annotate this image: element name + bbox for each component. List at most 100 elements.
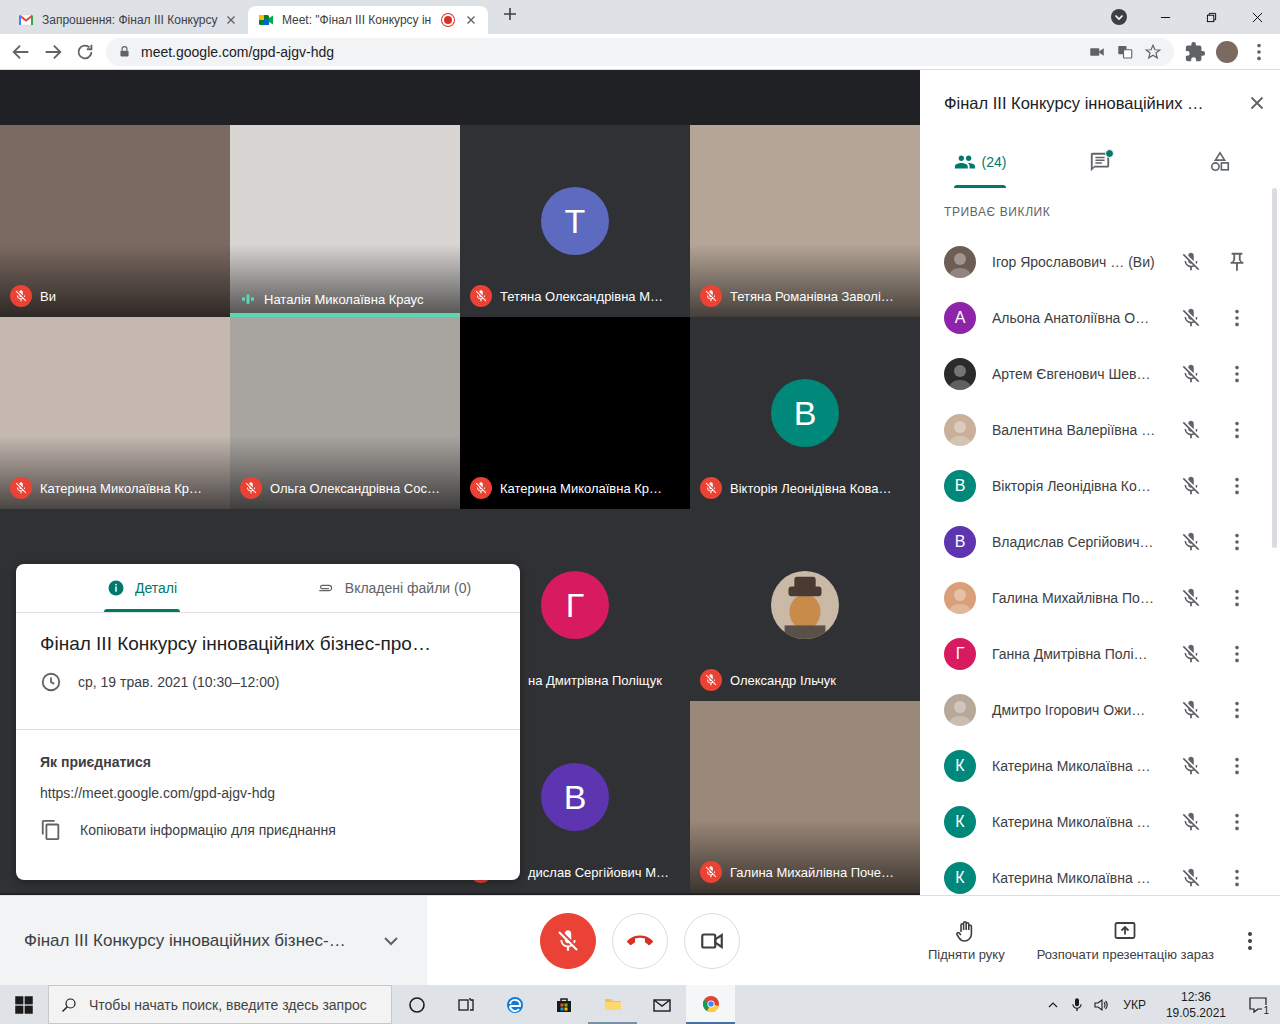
participant-row[interactable]: ККатерина Миколаївна … — [920, 738, 1280, 794]
participant-tile[interactable]: Галина Михайлівна Поче… — [690, 701, 920, 893]
participant-row[interactable]: ККатерина Миколаївна … — [920, 794, 1280, 850]
microphone-icon[interactable] — [1069, 997, 1085, 1013]
more-icon[interactable] — [1226, 307, 1248, 329]
taskbar-search[interactable]: Чтобы начать поиск, введите здесь запрос — [48, 985, 392, 1024]
back-icon[interactable] — [10, 41, 32, 63]
more-icon[interactable] — [1226, 587, 1248, 609]
minimize-button[interactable] — [1142, 0, 1188, 34]
participant-tile[interactable]: Тетяна Романівна Заволі… — [690, 125, 920, 317]
scrollbar[interactable] — [1272, 188, 1277, 548]
forward-icon[interactable] — [42, 41, 64, 63]
edge-app[interactable] — [490, 985, 539, 1024]
participant-name: Галина Михайлівна По… — [992, 590, 1156, 606]
close-icon[interactable] — [464, 13, 478, 27]
mic-off-icon — [14, 481, 28, 495]
address-bar[interactable]: meet.google.com/gpd-ajgv-hdg — [106, 38, 1174, 66]
more-icon[interactable] — [1226, 419, 1248, 441]
participant-name: Вікторія Леонідівна Ко… — [992, 478, 1156, 494]
translate-icon[interactable] — [1116, 43, 1134, 61]
pin-icon[interactable] — [1226, 251, 1248, 273]
close-icon[interactable] — [224, 13, 238, 27]
participant-row[interactable]: ВВікторія Леонідівна Ко… — [920, 458, 1280, 514]
participant-row[interactable]: Галина Михайлівна По… — [920, 570, 1280, 626]
new-tab-icon[interactable] — [502, 6, 518, 22]
details-tab[interactable]: Вкладені файли (0) — [268, 564, 520, 612]
leave-call-button[interactable] — [612, 913, 668, 969]
participant-row[interactable]: Артем Євгенович Шев… — [920, 346, 1280, 402]
extensions-icon[interactable] — [1184, 41, 1206, 63]
avatar — [944, 414, 976, 446]
participant-tile[interactable]: Наталія Миколаївна Краус — [230, 125, 460, 317]
more-icon[interactable] — [1226, 867, 1248, 889]
explorer-app[interactable] — [588, 985, 637, 1024]
participant-row[interactable]: Дмитро Ігорович Ожи… — [920, 682, 1280, 738]
mic-off-icon — [244, 481, 258, 495]
clock[interactable]: 12:3619.05.2021 — [1160, 989, 1232, 1021]
profile-avatar[interactable] — [1216, 41, 1238, 63]
tile-label: Ви — [10, 285, 224, 307]
more-icon[interactable] — [1226, 363, 1248, 385]
task-view-button[interactable] — [441, 985, 490, 1024]
participant-tile[interactable]: Олександр Ільчук — [690, 509, 920, 701]
language-indicator[interactable]: УКР — [1117, 998, 1152, 1012]
participant-row[interactable]: Валентина Валеріївна … — [920, 402, 1280, 458]
participant-row[interactable]: ГГанна Дмитрівна Полі… — [920, 626, 1280, 682]
panel-tab[interactable] — [1040, 136, 1160, 188]
microphone-button[interactable] — [540, 913, 596, 969]
chrome-app[interactable] — [686, 985, 735, 1024]
store-app[interactable] — [539, 985, 588, 1024]
join-link[interactable]: https://meet.google.com/gpd-ajgv-hdg — [40, 785, 496, 801]
notifications-button[interactable]: 1 — [1240, 985, 1276, 1024]
participant-tile[interactable]: Ви — [0, 125, 230, 317]
participant-row[interactable]: ККатерина Миколаївна … — [920, 850, 1280, 895]
camera-icon[interactable] — [1088, 43, 1106, 61]
more-icon[interactable] — [1226, 531, 1248, 553]
participant-name: на Дмитрівна Поліщук — [528, 673, 662, 688]
browser-tab[interactable]: Meet: "Фінал III Конкурсу ін — [248, 6, 488, 34]
close-window-button[interactable] — [1234, 0, 1280, 34]
time: 12:36 — [1181, 989, 1211, 1005]
browser-tab[interactable]: Запрошення: Фінал III Конкурсу — [8, 6, 248, 34]
star-icon[interactable] — [1144, 43, 1162, 61]
chevron-up-icon[interactable] — [1045, 997, 1061, 1013]
participant-row[interactable]: Ігор Ярославович … (Ви) — [920, 234, 1280, 290]
participant-tile[interactable]: Ольга Олександрівна Сос… — [230, 317, 460, 509]
menu-icon[interactable] — [1248, 41, 1270, 63]
participant-tile[interactable]: Катерина Миколаївна Кр… — [0, 317, 230, 509]
more-options-icon[interactable] — [1238, 929, 1262, 953]
more-icon[interactable] — [1226, 811, 1248, 833]
close-icon[interactable] — [1246, 92, 1268, 114]
participant-tile[interactable]: Катерина Миколаївна Кр… — [460, 317, 690, 509]
raise-hand-button[interactable]: Підняти руку — [920, 919, 1013, 962]
tab-search-icon[interactable] — [1110, 8, 1128, 26]
restore-button[interactable] — [1188, 0, 1234, 34]
participant-row[interactable]: ВВладислав Сергійович… — [920, 514, 1280, 570]
participant-name: Ганна Дмитрівна Полі… — [992, 646, 1156, 662]
activities-icon — [1209, 151, 1231, 173]
mic-off-icon — [1180, 363, 1202, 385]
cortana-button[interactable] — [392, 985, 441, 1024]
present-button[interactable]: Розпочати презентацію зараз — [1029, 919, 1222, 962]
more-icon[interactable] — [1226, 643, 1248, 665]
reload-icon[interactable] — [74, 41, 96, 63]
participant-tile[interactable]: ВВікторія Леонідівна Кова… — [690, 317, 920, 509]
copy-join-info-button[interactable]: Копіювати інформацію для приєднання — [40, 819, 496, 841]
meeting-title-toggle[interactable]: Фінал III Конкурсу інноваційних бізнес-… — [0, 896, 427, 985]
camera-button[interactable] — [684, 913, 740, 969]
mail-app[interactable] — [637, 985, 686, 1024]
details-tabs: ДеталіВкладені файли (0) — [16, 564, 520, 613]
meeting-title: Фінал III Конкурсу інноваційних бізнес-п… — [40, 631, 496, 657]
details-tab[interactable]: Деталі — [16, 564, 268, 612]
participant-tile[interactable]: ТТетяна Олександрівна М… — [460, 125, 690, 317]
panel-tab[interactable]: (24) — [920, 136, 1040, 188]
start-button[interactable] — [0, 985, 48, 1024]
participant-name: Наталія Миколаївна Краус — [264, 292, 423, 307]
tile-label: Галина Михайлівна Поче… — [700, 861, 914, 883]
speaker-icon[interactable] — [1093, 997, 1109, 1013]
more-icon[interactable] — [1226, 755, 1248, 777]
more-icon[interactable] — [1226, 475, 1248, 497]
panel-tab[interactable] — [1160, 136, 1280, 188]
more-icon[interactable] — [1226, 699, 1248, 721]
participant-row[interactable]: ААльона Анатоліївна О… — [920, 290, 1280, 346]
mic-off-icon — [704, 289, 718, 303]
